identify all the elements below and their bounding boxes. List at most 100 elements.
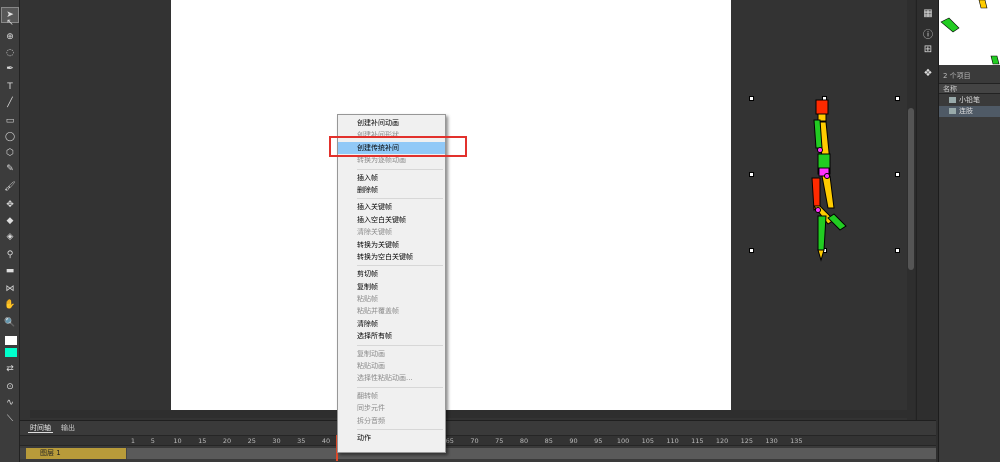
ruler-tick-label: 1 <box>130 437 136 445</box>
swap-colors-icon[interactable]: ⇄ <box>2 362 18 376</box>
ruler-tick-label: 135 <box>790 437 803 445</box>
library-item-pencil[interactable]: 小铅笔 <box>939 95 1000 106</box>
frame-context-menu: 创建补间动画 创建补间形状 创建传统补间 转换为逐帧动画 插入帧 删除帧 插入关键帧 插入空白… <box>337 114 446 453</box>
menu-item[interactable]: 动作 <box>338 432 445 444</box>
ink-bottle-icon[interactable]: ◈ <box>2 230 18 244</box>
menu-item[interactable]: 创建补间动画 <box>338 117 445 129</box>
transform-handle[interactable] <box>895 248 900 253</box>
ruler-tick-label: 85 <box>544 437 553 445</box>
ruler-tick-label: 110 <box>666 437 679 445</box>
menu-item[interactable]: 复制帧 <box>338 281 445 293</box>
smooth-icon[interactable]: ∿ <box>2 396 18 410</box>
pencil-icon[interactable]: ✎ <box>2 162 18 176</box>
pen-icon[interactable]: ✒ <box>2 62 18 76</box>
ruler-tick-label: 130 <box>765 437 778 445</box>
ruler-tick-label: 115 <box>691 437 704 445</box>
fill-color-icon[interactable] <box>5 348 17 357</box>
ruler-tick-label: 10 <box>173 437 182 445</box>
menu-separator <box>357 168 443 170</box>
oval-icon[interactable]: ◯ <box>2 130 18 144</box>
components-icon[interactable]: ❖ <box>921 66 935 80</box>
ruler-tick-label: 70 <box>470 437 479 445</box>
line-icon[interactable]: ╱ <box>2 96 18 110</box>
menu-item: 选择性粘贴动画... <box>357 374 413 383</box>
menu-separator <box>357 344 443 346</box>
text-icon[interactable]: T <box>2 80 18 94</box>
rectangle-icon[interactable]: ▭ <box>2 114 18 128</box>
transform-handle[interactable] <box>895 172 900 177</box>
pencil-figure-symbol[interactable] <box>800 98 860 263</box>
layer-name[interactable]: 图层 1 <box>26 448 126 459</box>
paint-bucket-icon[interactable]: ◆ <box>2 214 18 228</box>
ruler-tick-label: 30 <box>272 437 281 445</box>
ruler-tick-label: 15 <box>198 437 207 445</box>
ruler-tick-label: 100 <box>616 437 630 445</box>
eraser-icon[interactable]: ▬ <box>2 264 18 278</box>
snap-icon[interactable]: ⊙ <box>2 380 18 394</box>
timeline-tabs: 时间轴 输出 <box>28 423 77 433</box>
ruler-tick-label: 75 <box>495 437 504 445</box>
align-icon[interactable]: ⊞ <box>921 42 935 56</box>
menu-item[interactable]: 插入帧 <box>338 172 445 184</box>
ruler-tick-label: 95 <box>594 437 603 445</box>
menu-item: 拆分音频 <box>357 416 385 425</box>
horizontal-scrollbar[interactable] <box>30 410 915 418</box>
ruler-tick-label: 25 <box>247 437 256 445</box>
menu-item[interactable]: 插入空白关键帧 <box>338 214 445 226</box>
brush-icon[interactable]: 🖌 <box>2 180 18 194</box>
library-name-column-header[interactable]: 名称 <box>939 83 1000 94</box>
ruler-tick-label: 120 <box>715 437 729 445</box>
lasso-icon[interactable]: ◌ <box>2 46 18 60</box>
ruler-tick-label: 105 <box>641 437 655 445</box>
ruler-tick-label: 40 <box>321 437 331 445</box>
properties-icon[interactable]: ▦ <box>921 6 935 20</box>
transform-handle[interactable] <box>749 172 754 177</box>
straighten-icon[interactable]: ⟍ <box>2 412 18 426</box>
timeline-panel: 时间轴 输出 👁 🔒 ▢ 151015202530354045505560657… <box>20 420 936 462</box>
zoom-icon[interactable]: 🔍 <box>2 316 18 330</box>
layer-frames[interactable] <box>127 448 936 459</box>
annotation-highlight-box <box>329 136 467 157</box>
polystar-icon[interactable]: ⬡ <box>2 146 18 160</box>
tab-output[interactable]: 输出 <box>59 423 77 433</box>
bone-icon[interactable]: ✥ <box>2 198 18 212</box>
layer-row[interactable]: 图层 1 <box>20 448 936 459</box>
menu-separator <box>357 198 443 200</box>
menu-item: 清除关键帧 <box>357 228 392 237</box>
menu-item[interactable]: 选择所有帧 <box>338 330 445 342</box>
menu-item: 粘贴动画 <box>357 362 385 371</box>
ruler-tick-label: 65 <box>445 437 454 445</box>
menu-item: 复制动画 <box>357 349 385 358</box>
menu-item[interactable]: 删除帧 <box>338 184 445 196</box>
frame-ruler[interactable]: 1510152025303540455055606570758085909510… <box>20 435 936 446</box>
width-icon[interactable]: ⋈ <box>2 282 18 296</box>
transform-handle[interactable] <box>895 96 900 101</box>
ruler-tick-label: 125 <box>740 437 754 445</box>
subselect-icon[interactable]: ↖ <box>2 16 18 30</box>
menu-item[interactable]: 清除帧 <box>338 318 445 330</box>
movieclip-icon <box>949 97 956 103</box>
tab-timeline[interactable]: 时间轴 <box>28 423 53 433</box>
panel-dock-icons: ▦ ⓘ ⊞ ❖ <box>916 0 938 462</box>
menu-item[interactable]: 转换为空白关键帧 <box>338 251 445 263</box>
rotate-3d-icon[interactable]: ⊕ <box>2 30 18 44</box>
stroke-color-icon[interactable] <box>5 336 17 345</box>
library-item-limb[interactable]: 连肢 <box>939 106 1000 117</box>
menu-item[interactable]: 转换为关键帧 <box>338 239 445 251</box>
ruler-tick-label: 20 <box>222 437 232 445</box>
stage-canvas[interactable] <box>171 0 731 410</box>
movieclip-icon <box>949 108 956 114</box>
transform-handle[interactable] <box>749 96 754 101</box>
menu-separator <box>357 386 443 388</box>
menu-item: 粘贴并覆盖帧 <box>357 307 399 316</box>
menu-item[interactable]: 剪切帧 <box>338 268 445 280</box>
transform-handle[interactable] <box>749 248 754 253</box>
eyedropper-icon[interactable]: ⚲ <box>2 248 18 262</box>
menu-item[interactable]: 插入关键帧 <box>338 201 445 213</box>
library-item-count: 2 个项目 <box>943 72 971 80</box>
info-icon[interactable]: ⓘ <box>921 26 935 41</box>
vertical-scroll-thumb[interactable] <box>908 108 914 270</box>
hand-icon[interactable]: ✋ <box>2 298 18 312</box>
menu-separator <box>357 428 443 430</box>
library-panel: 2 个项目 名称 小铅笔 连肢 <box>938 0 1000 462</box>
